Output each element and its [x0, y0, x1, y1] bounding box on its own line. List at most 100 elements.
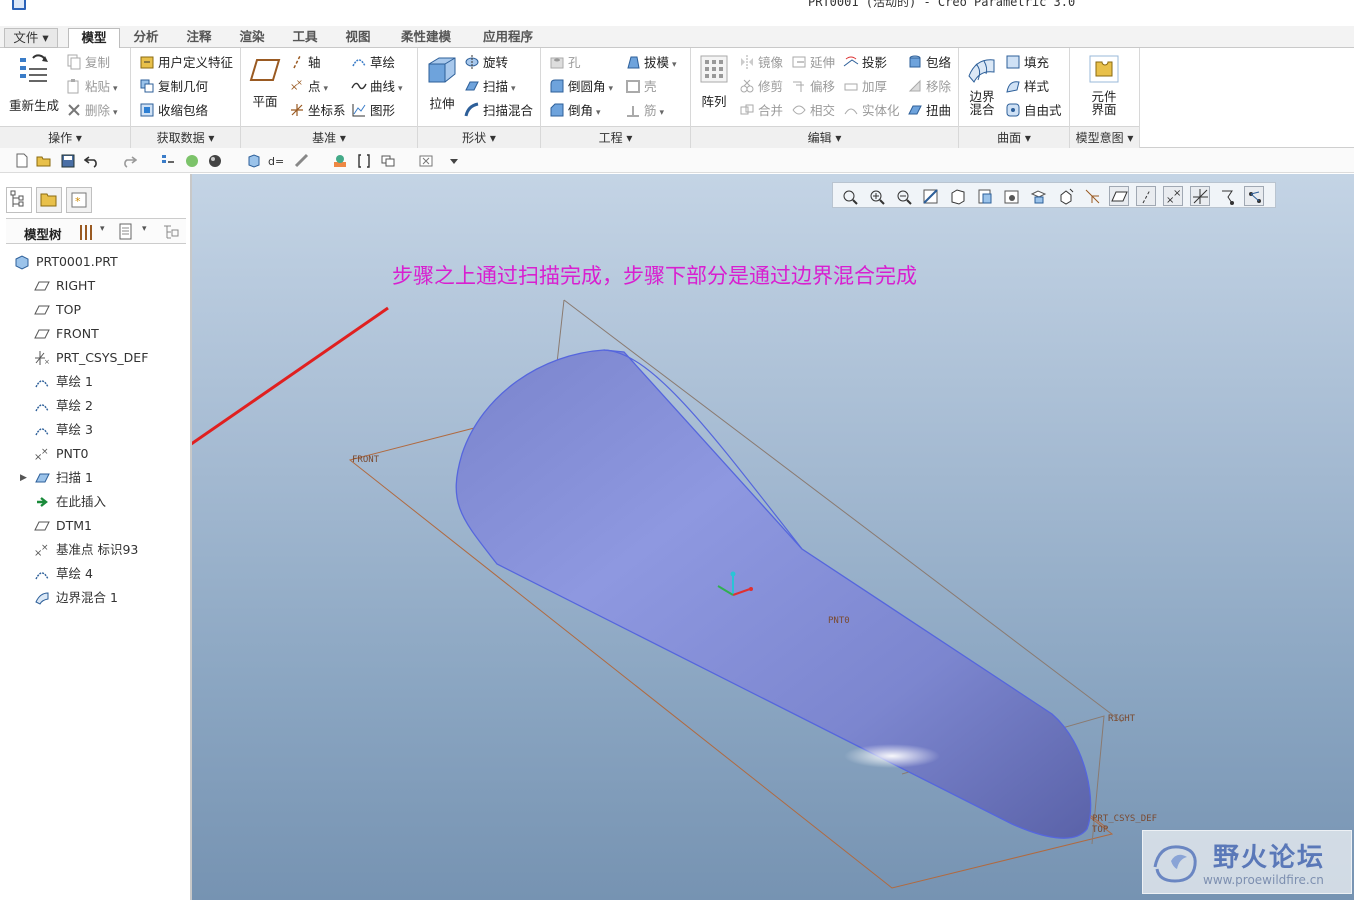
datum-label-right[interactable]: RIGHT — [1108, 714, 1135, 724]
customize-dropdown-icon[interactable] — [446, 153, 461, 168]
datum-label-top[interactable]: TOP — [1092, 825, 1108, 835]
show-columns-icon[interactable] — [118, 223, 134, 241]
solidify-button[interactable]: 实体化 — [843, 100, 900, 122]
group-label-engineering[interactable]: 工程 ▾ — [541, 126, 690, 148]
pattern-button[interactable]: 阵列 — [695, 54, 733, 110]
save-icon[interactable] — [60, 153, 75, 168]
close-window-icon[interactable] — [418, 153, 433, 168]
boundary-blend-button[interactable]: 边界混合 — [963, 54, 1001, 116]
extrude-button[interactable]: 拉伸 — [422, 54, 462, 112]
hole-button[interactable]: 孔 — [549, 52, 581, 74]
csys-button[interactable]: 坐标系 — [289, 100, 346, 122]
svg-text:×: × — [296, 78, 303, 87]
merge-button[interactable]: 合并 — [739, 100, 783, 122]
remove-button[interactable]: 移除 — [907, 76, 951, 98]
udf-button[interactable]: 用户定义特征 — [139, 52, 233, 74]
tab-render[interactable]: 渲染 — [230, 28, 274, 48]
sweep-button[interactable]: 扫描 ▾ — [464, 76, 516, 98]
round-button[interactable]: 倒圆角 ▾ — [549, 76, 613, 98]
plane-button[interactable]: 平面 — [245, 56, 285, 110]
intersect-button[interactable]: 相交 — [791, 100, 835, 122]
measure-icon[interactable] — [294, 153, 309, 168]
group-label-editing[interactable]: 编辑 ▾ — [691, 126, 958, 148]
tab-model[interactable]: 模型 — [68, 28, 120, 49]
new-file-icon[interactable] — [14, 153, 29, 168]
tab-tools[interactable]: 工具 — [283, 28, 327, 48]
fill-button[interactable]: 填充 — [1005, 52, 1049, 74]
tab-analysis[interactable]: 分析 — [124, 28, 168, 48]
group-label-operations[interactable]: 操作 ▾ — [0, 126, 130, 148]
app-icon[interactable] — [12, 0, 26, 10]
tree-filter-icon[interactable] — [162, 223, 180, 241]
axis-button[interactable]: 轴 — [289, 52, 321, 74]
datum-label-front[interactable]: FRONT — [352, 455, 379, 465]
graph-button[interactable]: 图形 — [351, 100, 395, 122]
group-label-datum[interactable]: 基准 ▾ — [241, 126, 417, 148]
rib-button[interactable]: 筋 ▾ — [625, 100, 664, 122]
offset-button[interactable]: 偏移 — [791, 76, 835, 98]
sketch-button[interactable]: 草绘 — [351, 52, 395, 74]
twist-button[interactable]: 扭曲 — [907, 100, 951, 122]
group-label-model-intent[interactable]: 模型意图 ▾ — [1070, 126, 1139, 148]
group-operations: 重新生成 复制 粘贴 ▾ 删除 ▾ 操作 ▾ — [0, 48, 131, 148]
trim-button[interactable]: 修剪 — [739, 76, 783, 98]
redo-icon[interactable] — [122, 153, 137, 168]
paste-button[interactable]: 粘贴 ▾ — [66, 76, 118, 98]
graphics-window[interactable]: × × FRONT RIGHT PRT_CSYS_DEF TOP PNT0 步骤… — [192, 174, 1354, 900]
extend-button[interactable]: 延伸 — [791, 52, 835, 74]
copy-geometry-button[interactable]: 复制几何 — [139, 76, 208, 98]
wrap-button[interactable]: 包络 — [907, 52, 951, 74]
tab-view[interactable]: 视图 — [336, 28, 380, 48]
extrude-icon — [428, 57, 456, 83]
copy-button[interactable]: 复制 — [66, 52, 110, 74]
mirror-icon — [739, 54, 755, 70]
windows-icon[interactable] — [380, 153, 395, 168]
shading-sphere-icon[interactable] — [184, 153, 199, 168]
datum-label-pnt0[interactable]: PNT0 — [828, 616, 850, 626]
bracket-icon[interactable] — [356, 153, 371, 168]
chamfer-button[interactable]: 倒角 ▾ — [549, 100, 601, 122]
tab-file[interactable]: 文件 ▾ — [4, 28, 58, 48]
swept-blend-button[interactable]: 扫描混合 — [464, 100, 533, 122]
graph-icon — [351, 102, 367, 118]
settings-tools-icon[interactable] — [78, 222, 94, 242]
saved-views-icon[interactable] — [246, 153, 261, 168]
show-dropdown-icon[interactable]: ▾ — [142, 224, 147, 234]
appearance-icon[interactable] — [332, 153, 347, 168]
group-label-get-data[interactable]: 获取数据 ▾ — [131, 126, 240, 148]
shell-button[interactable]: 壳 — [625, 76, 657, 98]
curve-button[interactable]: 曲线 ▾ — [351, 76, 403, 98]
group-label-surfaces[interactable]: 曲面 ▾ — [959, 126, 1069, 148]
settings-dropdown-icon[interactable]: ▾ — [100, 224, 105, 234]
regenerate-button[interactable]: 重新生成 — [6, 52, 62, 114]
draft-button[interactable]: 拔模 ▾ — [625, 52, 677, 74]
expand-arrow-icon[interactable]: ▶ — [20, 467, 27, 489]
tab-annotate[interactable]: 注释 — [177, 28, 221, 48]
tab-applications[interactable]: 应用程序 — [471, 28, 545, 48]
mirror-button[interactable]: 镜像 — [739, 52, 783, 74]
datum-label-csys[interactable]: PRT_CSYS_DEF — [1092, 814, 1157, 824]
favorites-icon: * — [71, 192, 87, 208]
project-button[interactable]: 投影 — [843, 52, 887, 74]
revolve-button[interactable]: 旋转 — [464, 52, 508, 74]
delete-button[interactable]: 删除 ▾ — [66, 100, 118, 122]
swept-body[interactable] — [455, 349, 1092, 839]
point-button[interactable]: × × 点 ▾ — [289, 76, 328, 98]
tab-flexible-modeling[interactable]: 柔性建模 — [389, 28, 463, 48]
display-style-icon[interactable] — [207, 153, 222, 168]
undo-icon[interactable] — [84, 153, 99, 168]
dimension-icon[interactable]: d= — [268, 153, 283, 168]
tab-model-tree[interactable] — [6, 187, 32, 213]
tab-folder-browser[interactable] — [36, 187, 62, 213]
shrinkwrap-button[interactable]: 收缩包络 — [139, 100, 208, 122]
group-label-shapes[interactable]: 形状 ▾ — [418, 126, 540, 148]
style-button[interactable]: 样式 — [1005, 76, 1049, 98]
component-interface-button[interactable]: 元件界面 — [1084, 54, 1124, 116]
regenerate-small-icon[interactable] — [160, 153, 175, 168]
tab-favorites[interactable]: * — [66, 187, 92, 213]
open-folder-icon[interactable] — [36, 153, 51, 168]
thicken-button[interactable]: 加厚 — [843, 76, 887, 98]
freestyle-button[interactable]: 自由式 — [1005, 100, 1062, 122]
svg-text:*: * — [75, 195, 81, 208]
watermark-url: www.proewildfire.cn — [1203, 873, 1324, 887]
